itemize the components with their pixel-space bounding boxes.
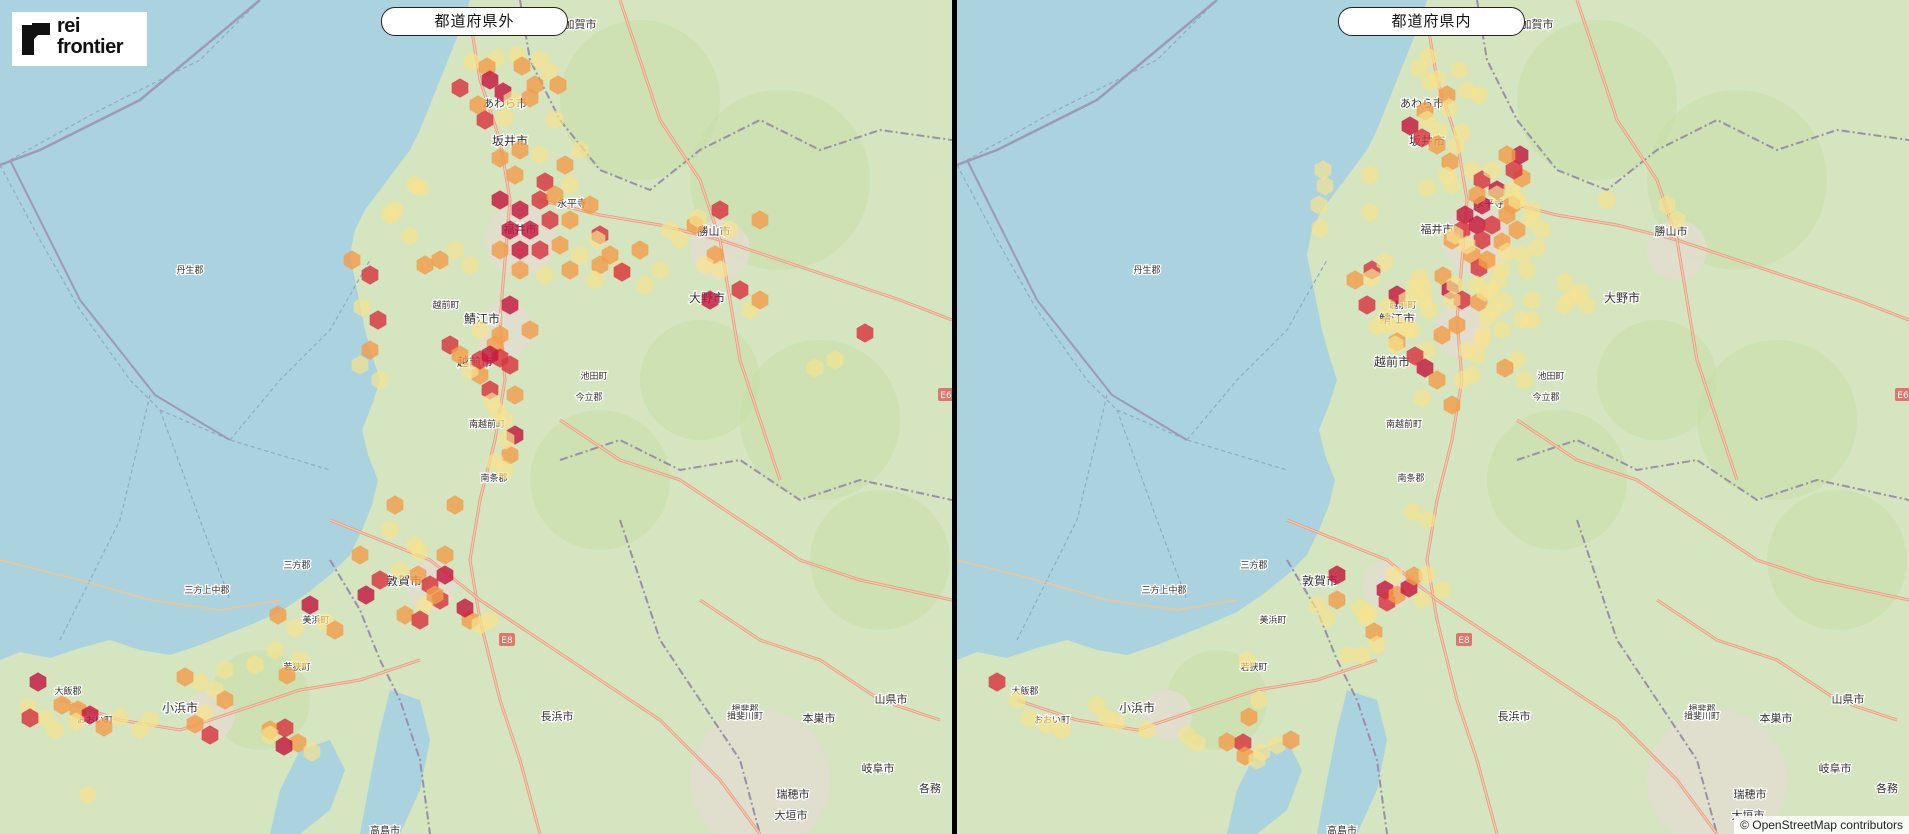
forest-patch bbox=[810, 490, 950, 630]
logo-text-line2: frontier bbox=[57, 36, 124, 58]
place-label: 本巣市 bbox=[803, 711, 836, 725]
route-shield-e8: E8 bbox=[499, 633, 515, 646]
place-label: 南条郡 bbox=[1397, 472, 1424, 484]
place-label: 瑞穂市 bbox=[1734, 787, 1767, 801]
place-label: 加賀市 bbox=[1521, 17, 1554, 31]
svg-text:E8: E8 bbox=[1458, 636, 1470, 646]
place-label: 本巣市 bbox=[1760, 711, 1793, 725]
place-label: 丹生郡 bbox=[1133, 264, 1160, 276]
route-shield-e6: E6 bbox=[1895, 388, 1909, 401]
panel-title-inside: 都道府県内 bbox=[1338, 7, 1525, 36]
svg-text:E6: E6 bbox=[1897, 391, 1909, 401]
place-label: 越前町 bbox=[432, 299, 459, 311]
place-label: 加賀市 bbox=[564, 17, 597, 31]
place-label: 三方郡 bbox=[283, 559, 310, 571]
map-attribution: © OpenStreetMap contributors bbox=[1734, 816, 1909, 834]
forest-patch bbox=[640, 320, 760, 440]
place-label: 池田町 bbox=[1537, 370, 1564, 382]
place-label: 各務 bbox=[919, 781, 941, 795]
place-label: 三方上中郡 bbox=[184, 584, 229, 596]
place-label: 岐阜市 bbox=[1819, 761, 1852, 775]
place-label: 今立郡 bbox=[1532, 391, 1559, 403]
place-label: 南越前町 bbox=[1386, 418, 1422, 430]
logo-mark-icon bbox=[22, 23, 50, 55]
place-label: 瑞穂市 bbox=[777, 787, 810, 801]
place-label: 揖斐川町 bbox=[1684, 710, 1720, 722]
place-label: 小浜市 bbox=[1119, 700, 1155, 715]
rei-frontier-logo: rei frontier bbox=[12, 12, 147, 66]
logo-text: rei frontier bbox=[57, 15, 124, 58]
place-label: 各務 bbox=[1876, 781, 1898, 795]
place-label: 越前市 bbox=[1374, 354, 1410, 369]
place-label: 小浜市 bbox=[162, 700, 198, 715]
place-label: 大野市 bbox=[1604, 290, 1640, 305]
map-panel-outside[interactable]: 加賀市あわら市坂井市永平寺勝山市福井市大野市丹生郡越前町鯖江市越前市池田町今立郡… bbox=[0, 0, 952, 834]
forest-patch bbox=[1597, 320, 1717, 440]
logo-text-line1: rei bbox=[57, 15, 80, 37]
place-label: 山県市 bbox=[875, 692, 908, 706]
place-label: 長浜市 bbox=[541, 709, 574, 723]
place-label: 大飯郡 bbox=[54, 685, 81, 697]
place-label: 大垣市 bbox=[775, 808, 808, 822]
place-label: 長浜市 bbox=[1498, 709, 1531, 723]
place-label: 池田町 bbox=[580, 370, 607, 382]
svg-text:E8: E8 bbox=[501, 636, 513, 646]
place-label: 美浜町 bbox=[1259, 614, 1286, 626]
place-label: 揖斐川町 bbox=[727, 710, 763, 722]
place-label: 三方郡 bbox=[1240, 559, 1267, 571]
route-shield-e6: E6 bbox=[938, 388, 952, 401]
place-label: 高島市 bbox=[370, 824, 400, 834]
place-label: 今立郡 bbox=[575, 391, 602, 403]
forest-patch bbox=[530, 410, 670, 550]
place-label: 山県市 bbox=[1832, 692, 1865, 706]
map-canvas-inside[interactable]: 加賀市あわら市坂井市永平寺勝山市福井市大野市丹生郡越前町鯖江市越前市池田町今立郡… bbox=[957, 0, 1909, 834]
route-shield-e8: E8 bbox=[1456, 633, 1472, 646]
place-label: 丹生郡 bbox=[176, 264, 203, 276]
forest-patch bbox=[1767, 490, 1907, 630]
place-label: 三方上中郡 bbox=[1141, 584, 1186, 596]
place-label: 高島市 bbox=[1327, 824, 1357, 834]
panel-title-outside: 都道府県外 bbox=[381, 7, 568, 36]
place-label: 岐阜市 bbox=[862, 761, 895, 775]
map-canvas-outside[interactable]: 加賀市あわら市坂井市永平寺勝山市福井市大野市丹生郡越前町鯖江市越前市池田町今立郡… bbox=[0, 0, 952, 834]
forest-patch bbox=[1487, 410, 1627, 550]
svg-text:E6: E6 bbox=[940, 391, 952, 401]
map-panel-inside[interactable]: 加賀市あわら市坂井市永平寺勝山市福井市大野市丹生郡越前町鯖江市越前市池田町今立郡… bbox=[957, 0, 1909, 834]
